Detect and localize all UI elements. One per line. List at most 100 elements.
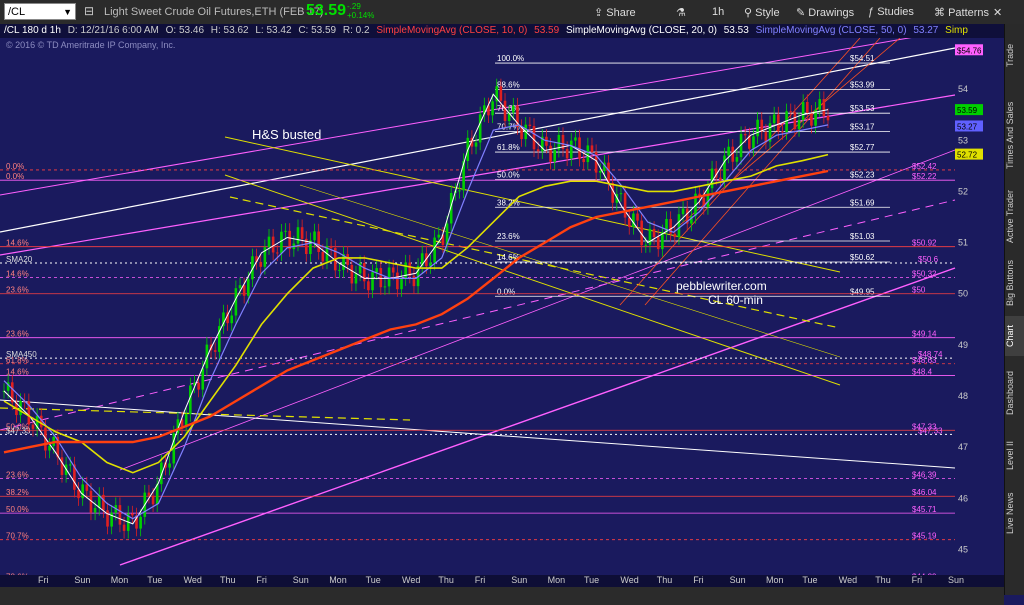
candle-body	[590, 145, 594, 153]
symbol-selector[interactable]: /CL ▼	[4, 3, 76, 20]
tab-live-news[interactable]: Live News	[1005, 484, 1024, 542]
x-tick-label: Sun	[511, 575, 528, 585]
x-tick-label: Sun	[948, 575, 965, 585]
tab-trade[interactable]: Trade	[1005, 28, 1024, 82]
x-tick-label: Mon	[110, 575, 129, 585]
tab-big-buttons[interactable]: Big Buttons	[1005, 254, 1024, 312]
tab-level-ii[interactable]: Level II	[1005, 430, 1024, 480]
footer-bar	[0, 587, 1004, 605]
level-label: SMA20	[6, 255, 33, 264]
candle-body	[93, 507, 97, 513]
fib-pct-label: 0.0%	[6, 162, 24, 171]
sma-more-label: Simp	[945, 25, 968, 36]
fib-price-label: $46.39	[912, 470, 937, 479]
bar-date: D: 12/21/16 6:00 AM	[67, 25, 159, 36]
price-chart[interactable]: 100.0% $54.5188.6% $53.9978.6% $53.5370.7% $…	[0, 38, 1004, 575]
candle-body	[433, 237, 436, 263]
fib-price-label: $52.23	[850, 171, 875, 180]
x-tick-label: Wed	[402, 575, 421, 585]
candle-body	[582, 158, 585, 163]
timeframe-button[interactable]: 1h	[712, 6, 724, 18]
sma50-label[interactable]: SimpleMovingAvg (CLOSE, 50, 0)	[756, 25, 907, 36]
candle-body	[371, 272, 374, 291]
style-label: Style	[755, 7, 780, 19]
level-price-label: $48.74	[918, 350, 943, 359]
fib-pct-label: 23.6%	[6, 470, 29, 479]
candle-body	[313, 231, 316, 241]
sma20-label[interactable]: SimpleMovingAvg (CLOSE, 20, 0)	[566, 25, 717, 36]
drawings-button[interactable]: ✎ Drawings	[796, 6, 854, 19]
candle-body	[772, 114, 776, 124]
candle-body	[288, 230, 292, 250]
candle-body	[623, 193, 627, 218]
y-tick-label: 51	[958, 238, 968, 248]
candle-body	[321, 252, 325, 262]
share-label: Share	[606, 7, 636, 19]
x-tick-label: Tue	[147, 575, 163, 585]
tab-chart[interactable]: Chart	[1005, 316, 1024, 356]
share-button[interactable]: ⇪ Share	[594, 6, 636, 19]
candle-body	[756, 119, 759, 137]
x-tick-label: Sun	[74, 575, 91, 585]
fib-price-label: $53.53	[850, 104, 875, 113]
patterns-button[interactable]: ⌘ Patterns	[934, 6, 989, 19]
candle-body	[777, 114, 780, 132]
fib-pct-label: 14.6%	[6, 368, 29, 377]
candle-body	[350, 264, 354, 284]
price-tag-label: 53.59	[957, 106, 978, 115]
y-tick-label: 52	[958, 186, 968, 196]
candle-body	[367, 281, 370, 291]
candle-body	[528, 124, 532, 126]
sma10-label[interactable]: SimpleMovingAvg (CLOSE, 10, 0)	[376, 25, 527, 36]
candle-body	[677, 214, 681, 238]
fib-pct-label: 0.0%	[6, 172, 24, 181]
candle-body	[810, 112, 813, 126]
side-tab-bar: Trade Times And Sales Active Trader Big …	[1004, 24, 1024, 595]
candle-body	[437, 234, 441, 238]
candle-body	[586, 145, 590, 163]
annotation-text: pebblewriter.com	[676, 279, 767, 293]
candle-body	[478, 114, 482, 143]
candle-body	[781, 131, 784, 133]
candle-body	[346, 254, 349, 265]
candle-body	[512, 105, 515, 113]
tab-times-and-sales[interactable]: Times And Sales	[1005, 90, 1024, 180]
fib-pct-label: 50.0%	[6, 505, 29, 514]
symbol-text: /CL	[8, 6, 26, 18]
style-button[interactable]: ⚲ Style	[744, 6, 780, 19]
fib-pct-label: 50.0%	[497, 171, 520, 180]
fib-pct-label: 23.6%	[6, 286, 29, 295]
y-tick-label: 48	[958, 391, 968, 401]
x-tick-label: Mon	[547, 575, 566, 585]
candle-body	[503, 100, 507, 122]
level-price-label: $47.33	[918, 426, 943, 435]
candle-body	[259, 261, 263, 267]
candle-body	[296, 227, 300, 244]
x-tick-label: Tue	[584, 575, 600, 585]
flask-icon[interactable]: ⚗	[676, 6, 686, 19]
annotation-text: CL 60-min	[708, 293, 763, 307]
candle-body	[68, 464, 72, 466]
level-label: $47.33	[6, 426, 31, 435]
candle-body	[532, 125, 536, 150]
tab-active-trader[interactable]: Active Trader	[1005, 184, 1024, 248]
tab-dashboard[interactable]: Dashboard	[1005, 360, 1024, 426]
candle-body	[230, 315, 234, 324]
close-icon[interactable]: ✕	[993, 6, 1002, 19]
candle-body	[789, 111, 793, 113]
x-tick-label: Wed	[620, 575, 639, 585]
candle-body	[379, 268, 383, 288]
candle-body	[565, 148, 569, 159]
studies-button[interactable]: ƒ Studies	[868, 6, 914, 18]
level-label: SMA450	[6, 350, 37, 359]
fib-pct-label: 61.8%	[497, 143, 520, 152]
candle-body	[723, 155, 726, 181]
fib-price-label: $50.32	[912, 269, 937, 278]
candle-body	[805, 101, 809, 113]
fib-price-label: $46.04	[912, 488, 937, 497]
price-tag-label: 52.72	[957, 151, 978, 160]
candle-body	[317, 231, 320, 253]
copyright-text: © 2016 © TD Ameritrade IP Company, Inc.	[6, 40, 176, 50]
tag-icon[interactable]: ⊟	[84, 4, 94, 18]
candle-body	[131, 513, 134, 516]
